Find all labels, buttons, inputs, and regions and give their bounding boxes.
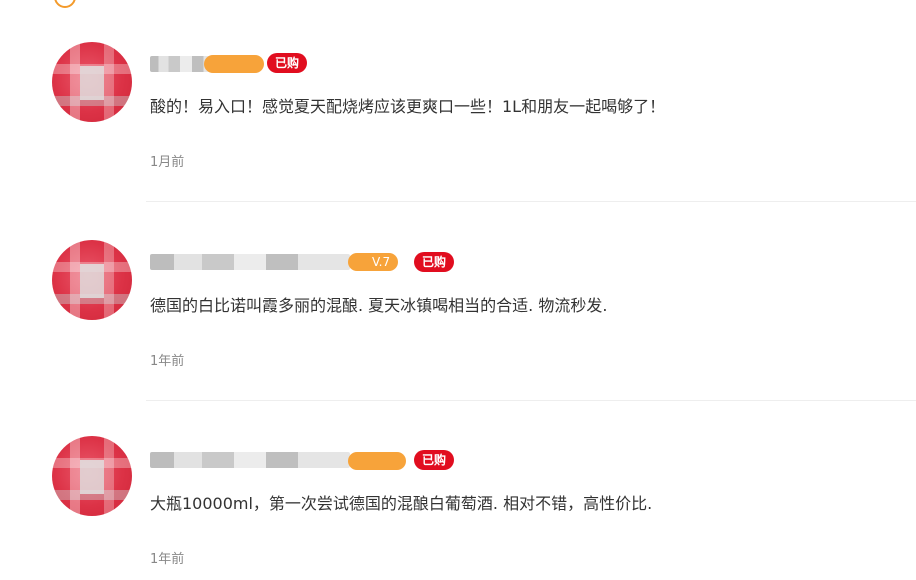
review-text: 酸的！易入口！感觉夏天配烧烤应该更爽口一些！1L和朋友一起喝够了！ <box>150 97 666 116</box>
review-text: 德国的白比诺叫霞多丽的混酿. 夏天冰镇喝相当的合适. 物流秒发. <box>150 296 608 315</box>
username-blurred[interactable] <box>150 452 350 468</box>
review-time: 1年前 <box>150 552 185 567</box>
divider <box>146 201 916 202</box>
purchased-badge: 已购 <box>414 450 455 470</box>
avatar[interactable] <box>52 42 132 122</box>
review-text: 大瓶10000ml，第一次尝试德国的混酿白葡萄酒. 相对不错，高性价比. <box>150 494 653 513</box>
header-circle-icon <box>54 0 76 8</box>
review-time: 1年前 <box>150 354 185 369</box>
username-blurred[interactable] <box>150 254 350 270</box>
review-time: 1月前 <box>150 155 185 170</box>
avatar[interactable] <box>52 436 132 516</box>
avatar[interactable] <box>52 240 132 320</box>
purchased-badge: 已购 <box>414 252 455 272</box>
divider <box>146 400 916 401</box>
level-badge <box>348 452 406 470</box>
level-badge: V.7 <box>348 253 399 271</box>
level-badge <box>204 55 264 73</box>
purchased-badge: 已购 <box>267 53 308 73</box>
